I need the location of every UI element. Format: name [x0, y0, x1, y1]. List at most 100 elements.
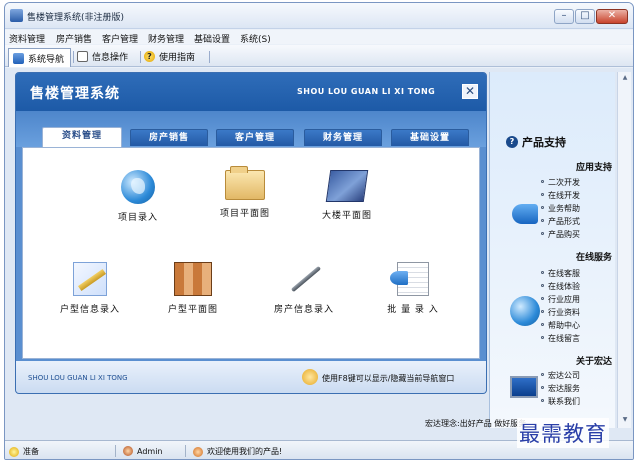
- tab-finance[interactable]: 财务管理: [304, 129, 382, 146]
- support-panel: ? 产品支持 应用支持 二次开发 在线开发 业务帮助 产品形式 产品购买 在线服…: [489, 72, 615, 428]
- main-area: 售楼管理系统 SHOU LOU GUAN LI XI TONG ✕ 资料管理 房…: [5, 68, 633, 440]
- nav-title: 售楼管理系统: [30, 86, 120, 102]
- link-online-support[interactable]: 在线客服: [548, 268, 580, 279]
- info-ops-label: 信息操作: [92, 52, 129, 63]
- menu-item-customers[interactable]: 客户管理: [102, 32, 138, 45]
- maximize-button[interactable]: □: [575, 9, 595, 24]
- monitor-icon: [13, 52, 24, 64]
- globe-icon: [510, 296, 540, 326]
- toolbar-divider: [209, 51, 210, 63]
- system-nav-tab[interactable]: 系统导航: [8, 48, 72, 67]
- batch-entry-item[interactable]: 批 量 录 入: [373, 262, 453, 315]
- status-user-text: Admin: [137, 446, 163, 456]
- blueprint-icon: [325, 170, 369, 202]
- pencil-icon: [73, 262, 107, 296]
- batch-icon: [390, 262, 429, 296]
- menu-item-system[interactable]: 系统(S): [240, 32, 271, 45]
- group-title-app-support: 应用支持: [575, 163, 612, 173]
- bullet-icon: [541, 232, 544, 235]
- project-plan-item[interactable]: 项目平面图: [205, 166, 285, 219]
- group-title-online-service: 在线服务: [575, 253, 612, 263]
- building-plan-item[interactable]: 大楼平面图: [307, 170, 387, 221]
- info-ops-button[interactable]: 信息操作: [77, 48, 128, 64]
- link-company[interactable]: 宏达公司: [548, 370, 580, 381]
- app-icon: [10, 9, 23, 22]
- user-guide-button[interactable]: ? 使用指南: [144, 48, 195, 64]
- unit-plan-item[interactable]: 户型平面图: [153, 262, 233, 315]
- bulb-icon: [9, 446, 19, 457]
- toolbar: 系统导航 信息操作 ? 使用指南: [5, 45, 633, 67]
- watermark-logo: 最需教育: [517, 418, 609, 448]
- link-product-purchase[interactable]: 产品购买: [548, 229, 580, 240]
- menu-bar: 资料管理 房产销售 客户管理 财务管理 基础设置 系统(S): [5, 30, 633, 45]
- minimize-button[interactable]: –: [554, 9, 574, 24]
- bullet-icon: [541, 193, 544, 196]
- nav-close-button[interactable]: ✕: [462, 84, 478, 99]
- group-title-about: 关于宏达: [575, 357, 612, 367]
- bullet-icon: [541, 386, 544, 389]
- close-button[interactable]: ✕: [596, 9, 628, 24]
- link-secondary-dev[interactable]: 二次开发: [548, 177, 580, 188]
- help-circle-icon: ?: [506, 136, 518, 148]
- tab-customers[interactable]: 客户管理: [216, 129, 294, 146]
- scroll-down-icon[interactable]: ▼: [621, 416, 629, 423]
- nav-header: 售楼管理系统 SHOU LOU GUAN LI XI TONG ✕: [16, 73, 486, 111]
- bullet-icon: [541, 373, 544, 376]
- app-window: 售楼管理系统(非注册版) – □ ✕ 资料管理 房产销售 客户管理 财务管理 基…: [4, 2, 634, 460]
- system-nav-label: 系统导航: [28, 54, 65, 65]
- link-service[interactable]: 宏达服务: [548, 383, 580, 394]
- menu-item-finance[interactable]: 财务管理: [148, 32, 184, 45]
- property-info-entry-item[interactable]: 房产信息录入: [259, 262, 349, 315]
- status-welcome: 欢迎使用我们的产品!: [193, 446, 282, 457]
- tab-sales[interactable]: 房产销售: [130, 129, 208, 146]
- nav-pinyin: SHOU LOU GUAN LI XI TONG: [297, 87, 436, 96]
- project-entry-item[interactable]: 项目录入: [103, 170, 173, 223]
- nav-tabs: 资料管理 房产销售 客户管理 财务管理 基础设置: [16, 111, 486, 147]
- lightbulb-icon: [302, 369, 318, 385]
- user-icon: [123, 446, 133, 456]
- project-plan-label: 项目平面图: [219, 209, 270, 219]
- navigation-panel: 售楼管理系统 SHOU LOU GUAN LI XI TONG ✕ 资料管理 房…: [15, 72, 487, 394]
- footer-pinyin: SHOU LOU GUAN LI XI TONG: [28, 374, 128, 382]
- link-contact[interactable]: 联系我们: [548, 396, 580, 407]
- bullet-icon: [541, 219, 544, 222]
- bullet-icon: [541, 206, 544, 209]
- scroll-up-icon[interactable]: ▲: [621, 74, 629, 81]
- tab-materials[interactable]: 资料管理: [42, 127, 122, 147]
- tab-settings[interactable]: 基础设置: [391, 129, 469, 146]
- link-leave-message[interactable]: 在线留言: [548, 333, 580, 344]
- link-business-help[interactable]: 业务帮助: [548, 203, 580, 214]
- status-divider: [115, 445, 116, 457]
- link-industry-apps[interactable]: 行业应用: [548, 294, 580, 305]
- footer-tip: 使用F8键可以显示/隐藏当前导航窗口: [322, 374, 455, 383]
- bullet-icon: [541, 336, 544, 339]
- globe-icon: [121, 170, 155, 204]
- batch-entry-label: 批 量 录 入: [387, 305, 439, 315]
- user-guide-label: 使用指南: [159, 52, 196, 63]
- bullet-icon: [541, 399, 544, 402]
- side-scrollbar[interactable]: ▲ ▼: [617, 72, 631, 428]
- link-online-dev[interactable]: 在线开发: [548, 190, 580, 201]
- bullet-icon: [541, 180, 544, 183]
- status-ready-text: 准备: [23, 447, 39, 456]
- building-plan-label: 大楼平面图: [321, 211, 372, 221]
- floorplan-icon: [174, 262, 212, 296]
- link-industry-docs[interactable]: 行业资料: [548, 307, 580, 318]
- link-help-center[interactable]: 帮助中心: [548, 320, 580, 331]
- menu-item-sales[interactable]: 房产销售: [56, 32, 92, 45]
- link-product-form[interactable]: 产品形式: [548, 216, 580, 227]
- unit-info-entry-item[interactable]: 户型信息录入: [45, 262, 135, 315]
- toolbar-divider: [140, 51, 141, 63]
- menu-item-materials[interactable]: 资料管理: [9, 32, 45, 45]
- bullet-icon: [541, 310, 544, 313]
- link-online-trial[interactable]: 在线体验: [548, 281, 580, 292]
- help-icon: ?: [144, 50, 155, 62]
- menu-item-settings[interactable]: 基础设置: [194, 32, 230, 45]
- monitor-icon: [510, 376, 538, 398]
- status-user: Admin: [123, 446, 163, 456]
- title-bar[interactable]: 售楼管理系统(非注册版) – □ ✕: [5, 3, 633, 29]
- bullet-icon: [541, 323, 544, 326]
- document-icon: [77, 50, 88, 62]
- forward-arrow-icon: [510, 200, 540, 230]
- pen-icon: [286, 262, 322, 296]
